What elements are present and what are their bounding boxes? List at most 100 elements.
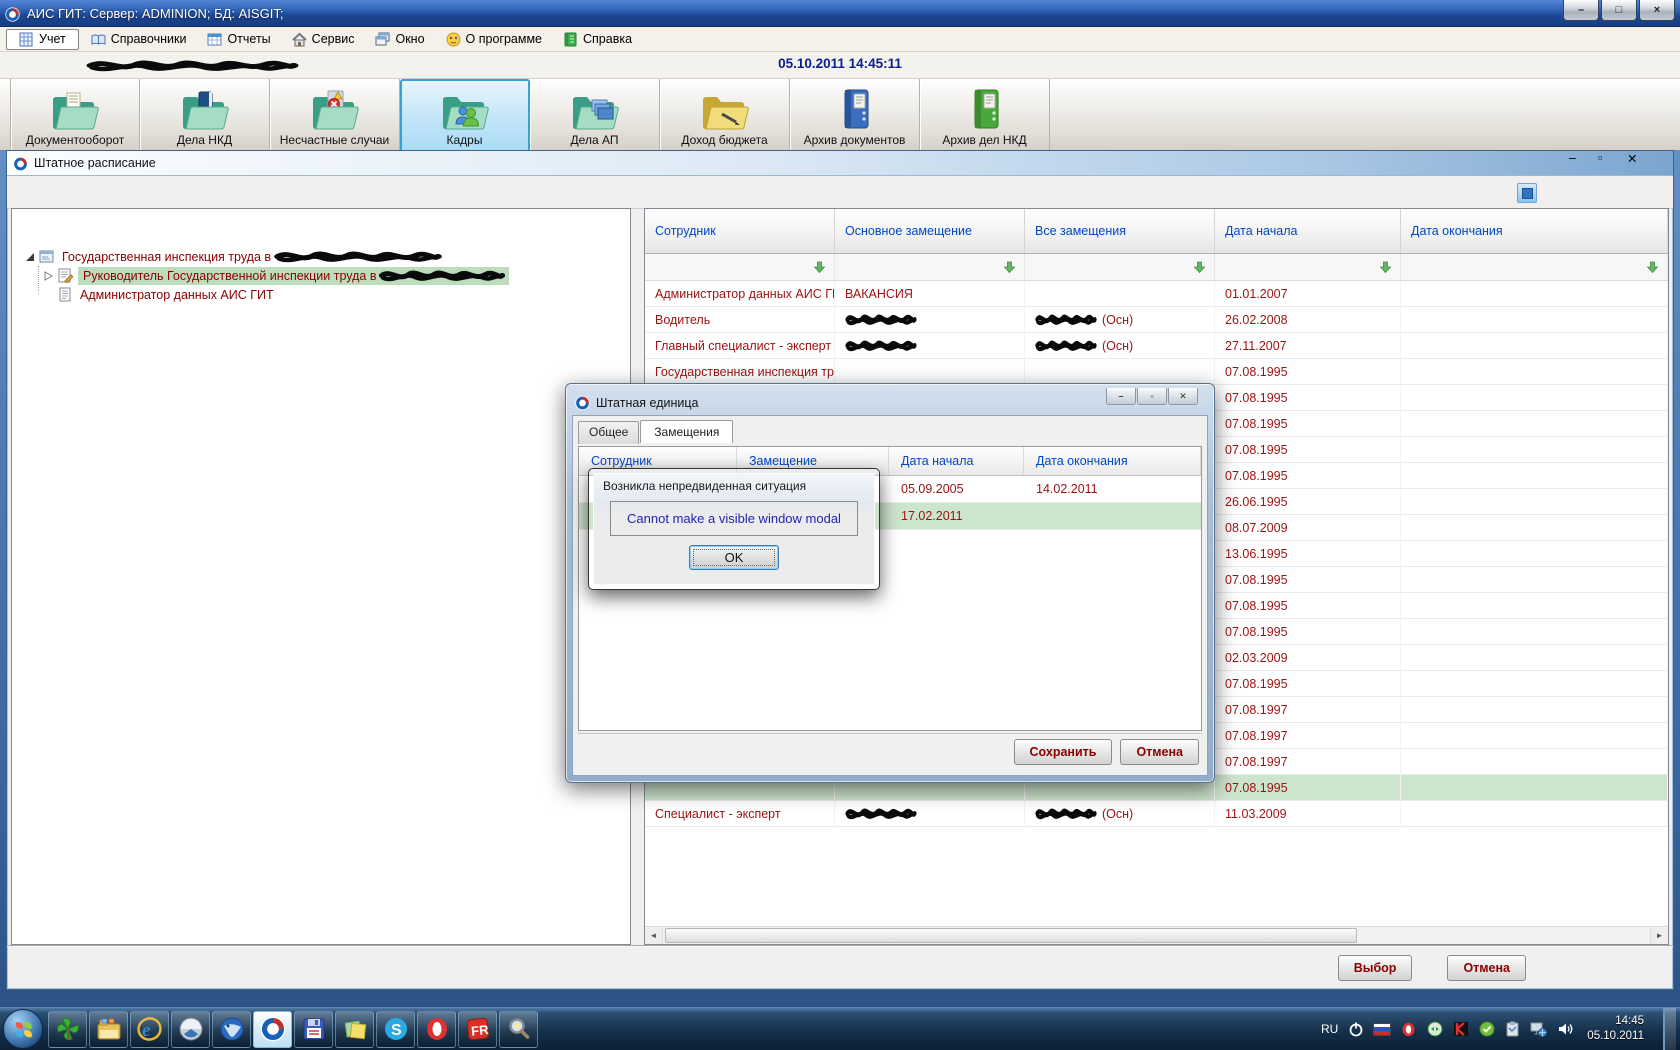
menu-spravka[interactable]: Справка — [554, 30, 641, 49]
table-row[interactable]: Государственная инспекция тру 07.08.1995 — [645, 359, 1668, 385]
cell-end-date — [1401, 281, 1668, 306]
network-icon[interactable] — [1530, 1021, 1548, 1038]
unit-close-button[interactable]: ✕ — [1168, 388, 1198, 405]
toolbar-arhiv-dokumentov[interactable]: Архив документов — [790, 79, 920, 152]
table-row[interactable]: Главный специалист - эксперт (Осн) 27.11.2… — [645, 333, 1668, 359]
tree-item-administrator[interactable]: Администратор данных АИС ГИТ — [12, 285, 630, 304]
schedule-minimize-button[interactable]: – — [1569, 151, 1597, 168]
scrollbar-thumb[interactable] — [665, 928, 1357, 943]
taskbar-search-tool[interactable] — [499, 1010, 538, 1048]
table-row[interactable]: Водитель (Осн) 26.02.2008 — [645, 307, 1668, 333]
filter-arrow-icon[interactable] — [645, 254, 835, 280]
column-header[interactable]: Сотрудник — [645, 209, 835, 253]
tab-obschee[interactable]: Общее — [578, 421, 640, 444]
taskbar-green-utility[interactable] — [48, 1010, 87, 1048]
show-desktop-button[interactable] — [1663, 1008, 1676, 1050]
collapse-icon[interactable] — [24, 251, 36, 263]
power-icon[interactable] — [1347, 1021, 1364, 1038]
filter-arrow-icon[interactable] — [1401, 254, 1668, 280]
start-button[interactable] — [3, 1009, 43, 1049]
tab-zamescheniya[interactable]: Замещения — [640, 420, 734, 443]
volume-icon[interactable] — [1556, 1021, 1573, 1038]
unit-maximize-button[interactable]: ▫ — [1137, 388, 1167, 405]
menu-spravochniki[interactable]: Справочники — [82, 30, 196, 49]
taskbar-sticky-notes[interactable] — [335, 1010, 374, 1048]
cell-start-date: 27.11.2007 — [1215, 333, 1401, 358]
toolbar-arhiv-del-nkd[interactable]: Архив дел НКД — [920, 79, 1050, 152]
toolbar-kadry[interactable]: Кадры — [400, 79, 530, 152]
system-tray: RU 14:45 05.10.2011 — [1321, 1008, 1680, 1050]
table-row[interactable]: Специалист - эксперт (Осн) 11.03.2009 — [645, 801, 1668, 827]
filter-arrow-icon[interactable] — [1215, 254, 1401, 280]
menu-okno[interactable]: Окно — [366, 30, 433, 49]
filter-arrow-icon[interactable] — [835, 254, 1025, 280]
taskbar-fastreport[interactable]: FR — [458, 1010, 497, 1048]
schedule-close-button[interactable]: ✕ — [1627, 151, 1655, 168]
minimize-button[interactable]: – — [1563, 0, 1599, 21]
staff-table-header: Сотрудник Основное замещение Все замещен… — [645, 209, 1668, 254]
menu-uchet[interactable]: Учет — [6, 28, 79, 50]
column-header[interactable]: Дата начала — [889, 447, 1024, 475]
taskbar-internet-explorer[interactable]: e — [130, 1010, 169, 1048]
taskbar-skype[interactable]: S — [376, 1010, 415, 1048]
clock[interactable]: 14:45 05.10.2011 — [1587, 1014, 1644, 1044]
toolbar-dela-nkd[interactable]: Дела НКД — [140, 79, 270, 152]
taskbar-opera[interactable] — [417, 1010, 456, 1048]
column-header[interactable]: Дата начала — [1215, 209, 1401, 253]
tree-item-rukovoditel[interactable]: Руководитель Государственной инспекции т… — [12, 266, 630, 285]
opera-tray-icon[interactable] — [1400, 1021, 1417, 1038]
svg-text:S: S — [391, 1022, 402, 1039]
toolbar-dohod-byudzheta[interactable]: Доход бюджета — [660, 79, 790, 152]
unit-minimize-button[interactable]: – — [1106, 388, 1136, 405]
cancel-button[interactable]: Отмена — [1447, 955, 1526, 981]
scroll-right-icon[interactable]: ► — [1650, 927, 1668, 944]
cell-employee: Водитель — [645, 307, 835, 332]
panel-toggle-button[interactable] — [1517, 183, 1537, 203]
horizontal-scrollbar[interactable]: ◄ ► — [645, 926, 1668, 944]
column-header[interactable]: Все замещения — [1025, 209, 1215, 253]
toolbar-dela-ap[interactable]: Дела АП — [530, 79, 660, 152]
save-button[interactable]: Сохранить — [1013, 739, 1113, 765]
toolbar-dokumentooborot[interactable]: Документооборот — [10, 79, 140, 152]
column-header[interactable]: Основное замещение — [835, 209, 1025, 253]
table-row[interactable]: Администратор данных АИС ГИТ ВАКАНСИЯ 01.0… — [645, 281, 1668, 307]
cell-main-substitution — [835, 307, 1025, 332]
schedule-maximize-button[interactable]: ▫ — [1598, 151, 1626, 168]
menu-servis[interactable]: Сервис — [283, 30, 364, 49]
cancel-button[interactable]: Отмена — [1120, 739, 1199, 765]
cell-end-date — [1401, 307, 1668, 332]
agent-icon[interactable] — [1478, 1021, 1495, 1038]
cell-main-substitution — [835, 333, 1025, 358]
kaspersky-icon[interactable] — [1452, 1021, 1469, 1038]
disc-tool-icon[interactable] — [1426, 1021, 1443, 1038]
ok-button[interactable]: OK — [689, 545, 779, 570]
taskbar-save-tool[interactable] — [294, 1010, 333, 1048]
column-header[interactable]: Дата окончания — [1024, 447, 1201, 475]
cell-end-date — [1401, 697, 1668, 722]
cell-main-substitution — [835, 359, 1025, 384]
main-titlebar: АИС ГИТ: Сервер: ADMINION; БД: AISGIT; –… — [0, 0, 1680, 27]
close-button[interactable]: × — [1639, 0, 1675, 21]
clipboard-icon[interactable] — [1504, 1021, 1521, 1038]
scroll-left-icon[interactable]: ◄ — [645, 927, 663, 944]
filter-arrow-icon[interactable] — [1025, 254, 1215, 280]
maximize-button[interactable]: □ — [1601, 0, 1637, 21]
menu-about[interactable]: О программе — [437, 30, 551, 49]
russian-flag-icon[interactable] — [1373, 1022, 1392, 1036]
infobar: 05.10.2011 14:45:11 — [0, 52, 1680, 79]
language-indicator[interactable]: RU — [1321, 1022, 1338, 1036]
column-header[interactable]: Дата окончания — [1401, 209, 1668, 253]
taskbar-ais-git[interactable] — [253, 1010, 292, 1048]
current-datetime: 05.10.2011 14:45:11 — [778, 56, 902, 71]
taskbar-file-manager[interactable] — [89, 1010, 128, 1048]
taskbar-thunderbird[interactable] — [212, 1010, 251, 1048]
select-button[interactable]: Выбор — [1337, 955, 1413, 981]
menu-otchety[interactable]: Отчеты — [198, 30, 279, 49]
cell-employee: Государственная инспекция тру — [645, 359, 835, 384]
toolbar-neschastnye-sluchai[interactable]: Несчастные случаи — [270, 79, 400, 152]
about-icon — [446, 32, 461, 47]
cell-start-date: 07.08.1995 — [1215, 437, 1401, 462]
tree-item-inspection[interactable]: Государственная инспекция труда в — [12, 247, 630, 266]
expand-icon[interactable] — [42, 270, 54, 282]
taskbar-browser-orb[interactable] — [171, 1010, 210, 1048]
